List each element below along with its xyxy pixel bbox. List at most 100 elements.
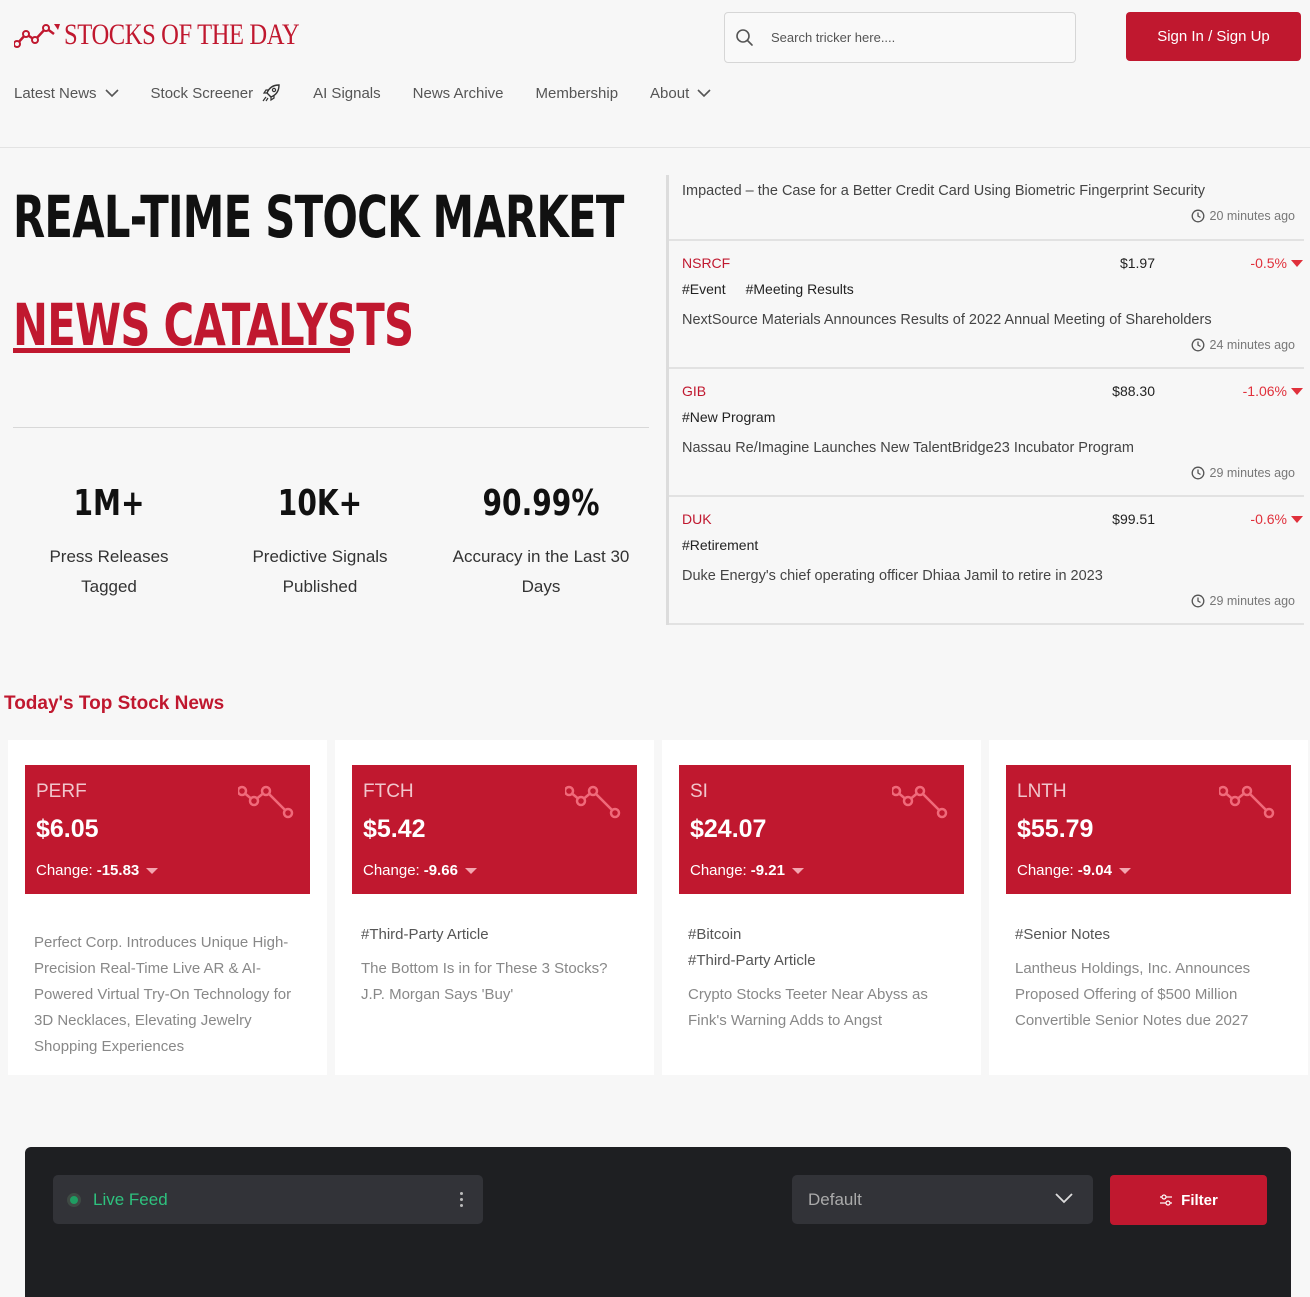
clock-icon (1191, 594, 1204, 608)
sliders-icon (1160, 1194, 1173, 1206)
card-price: $6.05 (36, 815, 99, 843)
stat-signals: 10K+ Predictive Signals Published (225, 480, 415, 602)
feed-headline[interactable]: Duke Energy's chief operating officer Dh… (682, 568, 1103, 584)
stock-card-header[interactable]: SI $24.07 Change: -9.21 (679, 765, 964, 894)
card-headline[interactable]: Lantheus Holdings, Inc. Announces Propos… (1015, 956, 1285, 1034)
feed-headline[interactable]: NextSource Materials Announces Results o… (682, 312, 1212, 328)
site-logo[interactable]: STOCKS OF THE DAY (14, 18, 351, 52)
stat-value: 1M+ (73, 483, 145, 524)
nav-membership[interactable]: Membership (536, 85, 619, 102)
card-tags: #Senior Notes (1015, 922, 1110, 948)
stat-label-line: Accuracy in the Last 30 (452, 547, 630, 566)
card-change: Change: -9.04 (1017, 862, 1131, 879)
feed-price: $99.51 (1112, 511, 1155, 527)
nav-news-archive[interactable]: News Archive (413, 85, 504, 102)
feed-change: -0.5% (1250, 255, 1287, 271)
nav-stock-screener[interactable]: Stock Screener (151, 83, 282, 103)
down-triangle-icon (146, 867, 159, 874)
down-triangle-icon (791, 867, 804, 874)
stat-label-line: Press Releases (49, 547, 169, 566)
tag[interactable]: #New Program (682, 409, 775, 425)
nav-label: About (650, 84, 690, 102)
tag[interactable]: #Senior Notes (1015, 922, 1110, 948)
feed-time: 29 minutes ago (1191, 466, 1295, 480)
stock-card[interactable]: LNTH $55.79 Change: -9.04 #Senior Notes … (989, 740, 1308, 1075)
sort-select-value: Default (808, 1189, 862, 1209)
stock-card-header[interactable]: FTCH $5.42 Change: -9.66 (352, 765, 637, 894)
tag[interactable]: #Third-Party Article (361, 922, 489, 948)
hero-divider (13, 427, 649, 428)
stock-card[interactable]: SI $24.07 Change: -9.21 #Bitcoin #Third-… (662, 740, 981, 1075)
hero-title: REAL-TIME STOCK MARKET (13, 183, 624, 251)
card-price: $24.07 (690, 815, 767, 843)
stock-card-header[interactable]: PERF $6.05 Change: -15.83 (25, 765, 310, 894)
filter-label: Filter (1181, 1191, 1218, 1209)
filter-button[interactable]: Filter (1110, 1175, 1267, 1225)
stat-accuracy: 90.99% Accuracy in the Last 30 Days (436, 480, 646, 602)
card-ticker: SI (690, 781, 708, 802)
down-arrow-icon (1291, 260, 1303, 267)
nav-latest-news[interactable]: Latest News (14, 85, 119, 102)
card-headline[interactable]: Perfect Corp. Introduces Unique High-Pre… (34, 930, 304, 1060)
feed-ticker[interactable]: DUK (682, 511, 712, 527)
nav-label: News Archive (412, 84, 504, 102)
trend-down-icon (1219, 785, 1275, 819)
feed-item[interactable]: NSRCF $1.97 -0.5% #Event #Meeting Result… (669, 241, 1304, 369)
live-feed-panel: Live Feed Default Filter (25, 1147, 1291, 1297)
nav-about[interactable]: About (650, 85, 711, 102)
search-box[interactable] (724, 12, 1076, 63)
down-arrow-icon (1291, 516, 1303, 523)
feed-ticker[interactable]: NSRCF (682, 255, 730, 271)
feed-headline[interactable]: Impacted – the Case for a Better Credit … (682, 183, 1205, 199)
card-headline[interactable]: The Bottom Is in for These 3 Stocks? J.P… (361, 956, 631, 1008)
chevron-down-icon (1055, 1193, 1073, 1204)
feed-time-text: 20 minutes ago (1209, 209, 1295, 223)
card-headline[interactable]: Crypto Stocks Teeter Near Abyss as Fink'… (688, 982, 958, 1034)
card-tags: #Third-Party Article (361, 922, 489, 948)
down-arrow-icon (1291, 388, 1303, 395)
search-input[interactable] (771, 30, 1051, 45)
trend-down-icon (892, 785, 948, 819)
card-tags: #Bitcoin #Third-Party Article (688, 922, 816, 974)
feed-time-text: 29 minutes ago (1209, 594, 1295, 608)
stock-card[interactable]: PERF $6.05 Change: -15.83 Perfect Corp. … (8, 740, 327, 1075)
trend-down-icon (565, 785, 621, 819)
rocket-icon (262, 84, 280, 102)
feed-time: 24 minutes ago (1191, 338, 1295, 352)
stat-label-line: Published (282, 577, 358, 596)
tag[interactable]: #Event (682, 281, 726, 297)
card-ticker: LNTH (1017, 781, 1067, 802)
sign-in-button[interactable]: Sign In / Sign Up (1126, 12, 1301, 61)
search-icon (736, 28, 753, 46)
feed-item[interactable]: GIB $88.30 -1.06% #New Program Nassau Re… (669, 369, 1304, 497)
change-label: Change: (363, 862, 420, 879)
chevron-down-icon (104, 88, 119, 97)
stock-card[interactable]: FTCH $5.42 Change: -9.66 #Third-Party Ar… (335, 740, 654, 1075)
sort-select[interactable]: Default (792, 1175, 1093, 1224)
section-title: Today's Top Stock News (4, 693, 225, 714)
hero-underline (13, 348, 350, 353)
tag[interactable]: #Bitcoin (688, 922, 816, 948)
card-change: Change: -9.21 (690, 862, 804, 879)
news-feed[interactable]: Impacted – the Case for a Better Credit … (666, 175, 1304, 625)
stock-card-header[interactable]: LNTH $55.79 Change: -9.04 (1006, 765, 1291, 894)
card-price: $5.42 (363, 815, 426, 843)
feed-ticker[interactable]: GIB (682, 383, 706, 399)
tag[interactable]: #Retirement (682, 537, 758, 553)
site-header: STOCKS OF THE DAY Sign In / Sign Up Late… (0, 0, 1310, 148)
change-label: Change: (1017, 862, 1074, 879)
card-price: $55.79 (1017, 815, 1094, 843)
tag[interactable]: #Third-Party Article (688, 948, 816, 974)
nav-ai-signals[interactable]: AI Signals (313, 85, 381, 102)
tag[interactable]: #Meeting Results (746, 281, 854, 297)
stat-press-releases: 1M+ Press Releases Tagged (14, 480, 204, 602)
feed-item[interactable]: DUK $99.51 -0.6% #Retirement Duke Energy… (669, 497, 1304, 625)
feed-item[interactable]: Impacted – the Case for a Better Credit … (669, 175, 1304, 241)
more-vertical-icon[interactable] (460, 1192, 463, 1207)
feed-headline[interactable]: Nassau Re/Imagine Launches New TalentBri… (682, 440, 1134, 456)
feed-tags: #New Program (682, 409, 775, 425)
change-value: -9.66 (423, 862, 458, 879)
stat-label-line: Days (521, 577, 561, 596)
live-feed-toggle[interactable]: Live Feed (53, 1175, 483, 1224)
feed-time: 29 minutes ago (1191, 594, 1295, 608)
